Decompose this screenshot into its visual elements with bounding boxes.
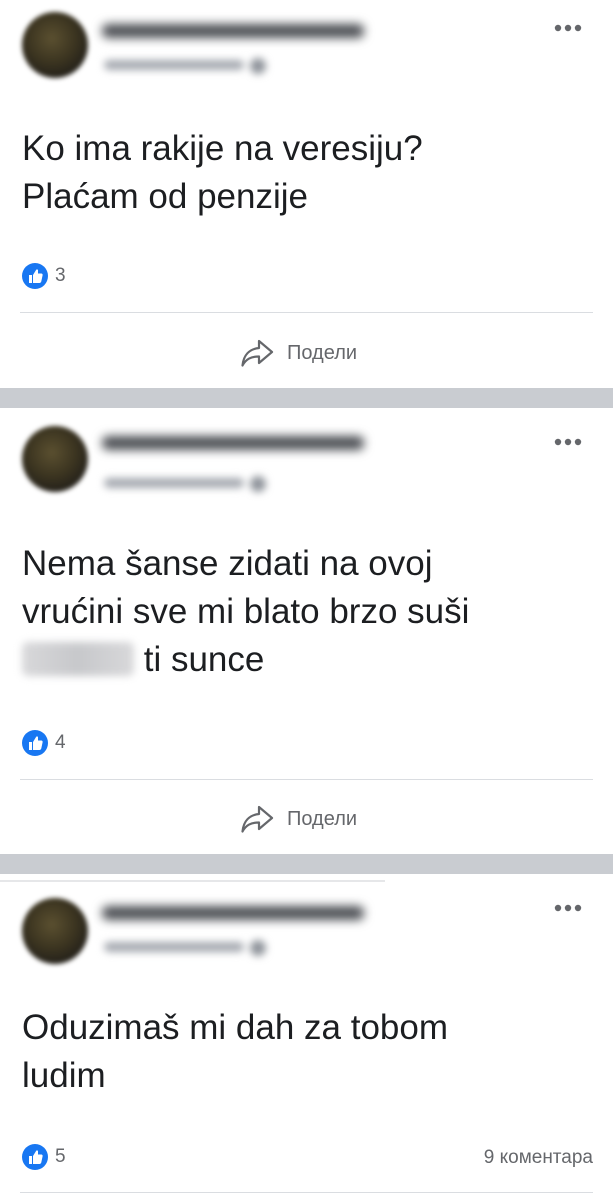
news-feed: Ko ima rakije na veresiju? Plaćam od pen…: [0, 0, 613, 1200]
more-horizontal-icon[interactable]: [553, 902, 583, 914]
avatar[interactable]: [22, 898, 88, 964]
post-meta-redacted[interactable]: [104, 56, 268, 74]
share-icon: [240, 804, 274, 834]
post-text-line: ludim: [22, 1056, 106, 1095]
like-icon: [22, 1144, 48, 1170]
post-text-suffix: ti sunce: [143, 640, 265, 679]
post-meta-redacted[interactable]: [104, 938, 268, 956]
share-label: Подели: [287, 341, 358, 364]
feed-separator: [0, 388, 613, 408]
share-label: Подели: [287, 807, 358, 830]
post-text-line: ti sunce: [22, 636, 582, 684]
author-name-redacted[interactable]: [102, 432, 364, 454]
post-text-line: vrućini sve mi blato brzo suši: [22, 592, 470, 631]
reactions-summary[interactable]: 3: [22, 261, 66, 291]
post-card: Nema šanse zidati na ovoj vrućini sve mi…: [0, 408, 613, 854]
avatar[interactable]: [22, 12, 88, 78]
author-name-redacted[interactable]: [102, 20, 364, 42]
divider: [20, 1192, 593, 1193]
share-button[interactable]: Подели: [240, 333, 357, 373]
post-text-line: Nema šanse zidati na ovoj: [22, 544, 433, 583]
post-card: Oduzimaš mi dah za tobom ludim 5 9 комен…: [0, 874, 613, 1200]
redacted-word: [22, 642, 134, 676]
more-horizontal-icon[interactable]: [553, 22, 583, 34]
post-text-line: Plaćam od penzije: [22, 177, 308, 216]
author-name-redacted[interactable]: [102, 902, 364, 924]
like-icon: [22, 263, 48, 289]
post-text-line: Oduzimaš mi dah za tobom: [22, 1008, 449, 1047]
post-text: Ko ima rakije na veresiju? Plaćam od pen…: [22, 125, 582, 221]
comments-count-link[interactable]: 9 коментара: [484, 1147, 593, 1169]
like-count: 3: [55, 265, 66, 286]
post-text: Nema šanse zidati na ovoj vrućini sve mi…: [22, 540, 582, 684]
post-card: Ko ima rakije na veresiju? Plaćam od pen…: [0, 0, 613, 388]
avatar[interactable]: [22, 426, 88, 492]
like-count: 5: [55, 1146, 66, 1167]
feed-separator: [0, 854, 613, 874]
share-icon: [240, 338, 274, 368]
share-button[interactable]: Подели: [240, 799, 357, 839]
more-horizontal-icon[interactable]: [553, 436, 583, 448]
reactions-summary[interactable]: 5: [22, 1142, 66, 1172]
like-icon: [22, 730, 48, 756]
divider: [20, 312, 593, 313]
post-text-line: Ko ima rakije na veresiju?: [22, 129, 423, 168]
divider: [20, 779, 593, 780]
like-count: 4: [55, 732, 66, 753]
divider: [0, 880, 385, 882]
reactions-summary[interactable]: 4: [22, 728, 66, 758]
post-meta-redacted[interactable]: [104, 474, 268, 492]
post-text: Oduzimaš mi dah za tobom ludim: [22, 1004, 582, 1100]
